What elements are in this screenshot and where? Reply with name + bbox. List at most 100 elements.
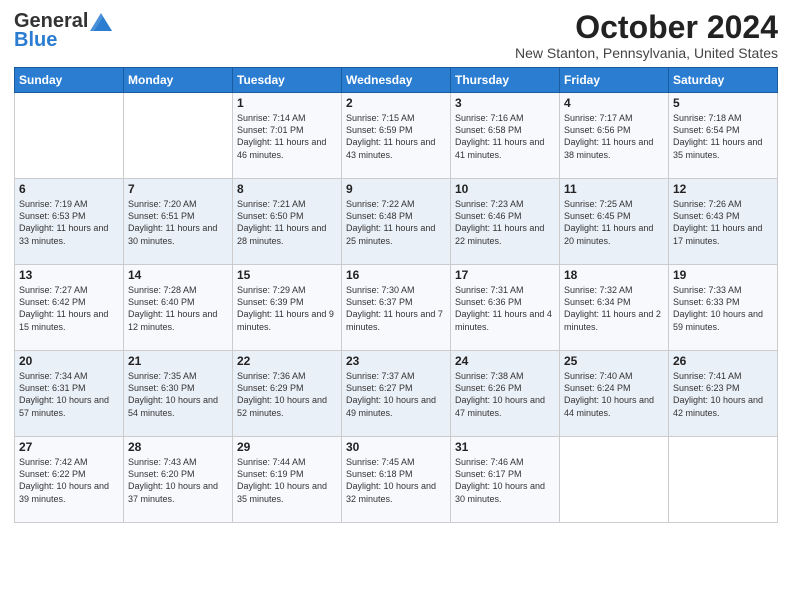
day-number: 7 (128, 182, 228, 196)
header-right: October 2024 New Stanton, Pennsylvania, … (515, 10, 778, 61)
day-info: Sunrise: 7:41 AM Sunset: 6:23 PM Dayligh… (673, 370, 773, 419)
day-cell: 13 Sunrise: 7:27 AM Sunset: 6:42 PM Dayli… (15, 265, 124, 351)
day-number: 26 (673, 354, 773, 368)
week-row-4: 20 Sunrise: 7:34 AM Sunset: 6:31 PM Dayli… (15, 351, 778, 437)
day-number: 23 (346, 354, 446, 368)
day-cell: 25 Sunrise: 7:40 AM Sunset: 6:24 PM Dayli… (560, 351, 669, 437)
week-row-5: 27 Sunrise: 7:42 AM Sunset: 6:22 PM Dayli… (15, 437, 778, 523)
month-title: October 2024 (515, 10, 778, 45)
day-info: Sunrise: 7:29 AM Sunset: 6:39 PM Dayligh… (237, 284, 337, 333)
day-info: Sunrise: 7:38 AM Sunset: 6:26 PM Dayligh… (455, 370, 555, 419)
day-cell (560, 437, 669, 523)
day-number: 3 (455, 96, 555, 110)
day-info: Sunrise: 7:27 AM Sunset: 6:42 PM Dayligh… (19, 284, 119, 333)
day-info: Sunrise: 7:43 AM Sunset: 6:20 PM Dayligh… (128, 456, 228, 505)
day-cell: 22 Sunrise: 7:36 AM Sunset: 6:29 PM Dayli… (233, 351, 342, 437)
day-cell: 26 Sunrise: 7:41 AM Sunset: 6:23 PM Dayli… (669, 351, 778, 437)
day-number: 27 (19, 440, 119, 454)
day-number: 18 (564, 268, 664, 282)
day-info: Sunrise: 7:19 AM Sunset: 6:53 PM Dayligh… (19, 198, 119, 247)
header-row: Sunday Monday Tuesday Wednesday Thursday… (15, 68, 778, 93)
day-number: 9 (346, 182, 446, 196)
day-number: 16 (346, 268, 446, 282)
day-cell: 4 Sunrise: 7:17 AM Sunset: 6:56 PM Daylig… (560, 93, 669, 179)
day-number: 17 (455, 268, 555, 282)
day-cell: 21Sunrise: 7:35 AM Sunset: 6:30 PM Dayli… (124, 351, 233, 437)
day-info: Sunrise: 7:34 AM Sunset: 6:31 PM Dayligh… (19, 370, 119, 419)
col-sunday: Sunday (15, 68, 124, 93)
day-cell: 29 Sunrise: 7:44 AM Sunset: 6:19 PM Dayli… (233, 437, 342, 523)
day-number: 29 (237, 440, 337, 454)
day-cell: 8Sunrise: 7:21 AM Sunset: 6:50 PM Daylig… (233, 179, 342, 265)
day-number: 22 (237, 354, 337, 368)
day-cell (15, 93, 124, 179)
day-cell: 7Sunrise: 7:20 AM Sunset: 6:51 PM Daylig… (124, 179, 233, 265)
day-number: 6 (19, 182, 119, 196)
day-number: 19 (673, 268, 773, 282)
logo-icon (90, 13, 112, 31)
day-info: Sunrise: 7:15 AM Sunset: 6:59 PM Dayligh… (346, 112, 446, 161)
logo: General Blue (14, 10, 112, 52)
day-cell: 16 Sunrise: 7:30 AM Sunset: 6:37 PM Dayli… (342, 265, 451, 351)
day-cell: 14Sunrise: 7:28 AM Sunset: 6:40 PM Dayli… (124, 265, 233, 351)
day-number: 5 (673, 96, 773, 110)
day-number: 15 (237, 268, 337, 282)
header: General Blue October 2024 New Stanton, P… (14, 10, 778, 61)
col-wednesday: Wednesday (342, 68, 451, 93)
week-row-3: 13 Sunrise: 7:27 AM Sunset: 6:42 PM Dayli… (15, 265, 778, 351)
day-cell: 17 Sunrise: 7:31 AM Sunset: 6:36 PM Dayli… (451, 265, 560, 351)
day-cell: 11Sunrise: 7:25 AM Sunset: 6:45 PM Dayli… (560, 179, 669, 265)
day-info: Sunrise: 7:17 AM Sunset: 6:56 PM Dayligh… (564, 112, 664, 161)
day-info: Sunrise: 7:44 AM Sunset: 6:19 PM Dayligh… (237, 456, 337, 505)
day-cell: 19 Sunrise: 7:33 AM Sunset: 6:33 PM Dayli… (669, 265, 778, 351)
day-number: 20 (19, 354, 119, 368)
day-cell: 5 Sunrise: 7:18 AM Sunset: 6:54 PM Daylig… (669, 93, 778, 179)
day-number: 10 (455, 182, 555, 196)
day-info: Sunrise: 7:42 AM Sunset: 6:22 PM Dayligh… (19, 456, 119, 505)
day-info: Sunrise: 7:14 AM Sunset: 7:01 PM Dayligh… (237, 112, 337, 161)
day-number: 11 (564, 182, 664, 196)
day-info: Sunrise: 7:46 AM Sunset: 6:17 PM Dayligh… (455, 456, 555, 505)
day-info: Sunrise: 7:33 AM Sunset: 6:33 PM Dayligh… (673, 284, 773, 333)
day-cell: 12Sunrise: 7:26 AM Sunset: 6:43 PM Dayli… (669, 179, 778, 265)
day-cell: 15 Sunrise: 7:29 AM Sunset: 6:39 PM Dayli… (233, 265, 342, 351)
day-info: Sunrise: 7:23 AM Sunset: 6:46 PM Dayligh… (455, 198, 555, 247)
day-cell: 24 Sunrise: 7:38 AM Sunset: 6:26 PM Dayli… (451, 351, 560, 437)
day-number: 2 (346, 96, 446, 110)
day-info: Sunrise: 7:45 AM Sunset: 6:18 PM Dayligh… (346, 456, 446, 505)
day-info: Sunrise: 7:18 AM Sunset: 6:54 PM Dayligh… (673, 112, 773, 161)
day-info: Sunrise: 7:36 AM Sunset: 6:29 PM Dayligh… (237, 370, 337, 419)
day-number: 4 (564, 96, 664, 110)
col-thursday: Thursday (451, 68, 560, 93)
day-info: Sunrise: 7:26 AM Sunset: 6:43 PM Dayligh… (673, 198, 773, 247)
col-tuesday: Tuesday (233, 68, 342, 93)
location: New Stanton, Pennsylvania, United States (515, 45, 778, 61)
day-cell: 27 Sunrise: 7:42 AM Sunset: 6:22 PM Dayli… (15, 437, 124, 523)
calendar-table: Sunday Monday Tuesday Wednesday Thursday… (14, 67, 778, 523)
day-info: Sunrise: 7:40 AM Sunset: 6:24 PM Dayligh… (564, 370, 664, 419)
day-cell: 30 Sunrise: 7:45 AM Sunset: 6:18 PM Dayli… (342, 437, 451, 523)
col-saturday: Saturday (669, 68, 778, 93)
day-info: Sunrise: 7:31 AM Sunset: 6:36 PM Dayligh… (455, 284, 555, 333)
day-number: 24 (455, 354, 555, 368)
day-cell: 31Sunrise: 7:46 AM Sunset: 6:17 PM Dayli… (451, 437, 560, 523)
day-cell: 3 Sunrise: 7:16 AM Sunset: 6:58 PM Daylig… (451, 93, 560, 179)
day-number: 13 (19, 268, 119, 282)
week-row-1: 1 Sunrise: 7:14 AM Sunset: 7:01 PM Daylig… (15, 93, 778, 179)
day-cell: 23 Sunrise: 7:37 AM Sunset: 6:27 PM Dayli… (342, 351, 451, 437)
col-monday: Monday (124, 68, 233, 93)
day-info: Sunrise: 7:28 AM Sunset: 6:40 PM Dayligh… (128, 284, 228, 333)
day-info: Sunrise: 7:30 AM Sunset: 6:37 PM Dayligh… (346, 284, 446, 333)
day-cell: 20 Sunrise: 7:34 AM Sunset: 6:31 PM Dayli… (15, 351, 124, 437)
logo-blue: Blue (14, 29, 57, 52)
day-info: Sunrise: 7:16 AM Sunset: 6:58 PM Dayligh… (455, 112, 555, 161)
day-info: Sunrise: 7:21 AM Sunset: 6:50 PM Dayligh… (237, 198, 337, 247)
day-number: 30 (346, 440, 446, 454)
day-info: Sunrise: 7:37 AM Sunset: 6:27 PM Dayligh… (346, 370, 446, 419)
day-number: 1 (237, 96, 337, 110)
day-cell: 9Sunrise: 7:22 AM Sunset: 6:48 PM Daylig… (342, 179, 451, 265)
week-row-2: 6 Sunrise: 7:19 AM Sunset: 6:53 PM Daylig… (15, 179, 778, 265)
day-number: 21 (128, 354, 228, 368)
day-cell: 18Sunrise: 7:32 AM Sunset: 6:34 PM Dayli… (560, 265, 669, 351)
day-number: 25 (564, 354, 664, 368)
